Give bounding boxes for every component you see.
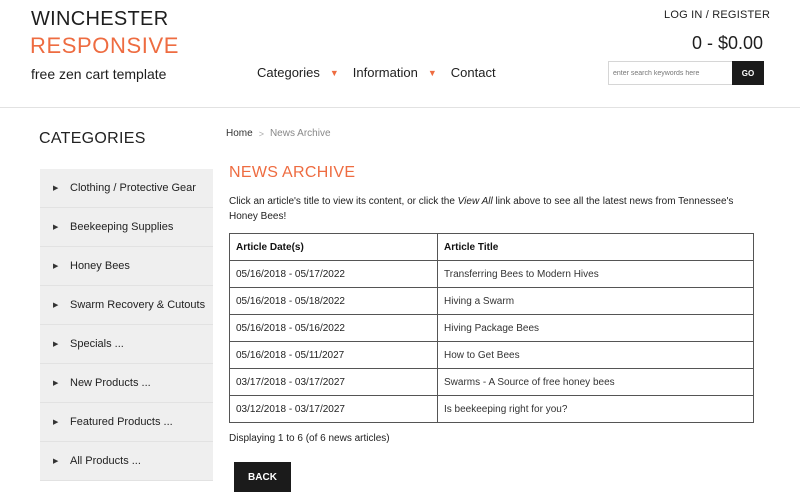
caret-right-icon: ▶ bbox=[53, 263, 59, 270]
table-row: 05/16/2018 - 05/17/2022 Transferring Bee… bbox=[229, 260, 754, 288]
sidebar-item-specials[interactable]: ▶ Specials ... bbox=[40, 325, 213, 364]
main-nav: Categories ▼ Information ▼ Contact bbox=[257, 65, 496, 80]
article-title-cell: Swarms - A Source of free honey bees bbox=[437, 368, 754, 396]
table-row: 03/12/2018 - 03/17/2027 Is beekeeping ri… bbox=[229, 395, 754, 423]
nav-information-label: Information bbox=[352, 65, 418, 80]
sidebar-item-beekeeping-supplies[interactable]: ▶ Beekeeping Supplies bbox=[40, 208, 213, 247]
cart-total[interactable]: 0 - $0.00 bbox=[692, 33, 763, 54]
sidebar-item-label: Swarm Recovery & Cutouts bbox=[70, 299, 206, 311]
table-row: 05/16/2018 - 05/11/2027 How to Get Bees bbox=[229, 341, 754, 369]
article-title-link[interactable]: Is beekeeping right for you? bbox=[444, 404, 567, 415]
login-register-link[interactable]: LOG IN / REGISTER bbox=[664, 9, 770, 21]
caret-down-icon: ▼ bbox=[427, 67, 437, 78]
article-date: 03/12/2018 - 03/17/2027 bbox=[229, 395, 438, 423]
news-archive-table: Article Date(s) Article Title 05/16/2018… bbox=[229, 233, 754, 423]
table-row: 03/17/2018 - 03/17/2027 Swarms - A Sourc… bbox=[229, 368, 754, 396]
table-row: 05/16/2018 - 05/16/2022 Hiving Package B… bbox=[229, 314, 754, 342]
nav-contact-label: Contact bbox=[450, 65, 496, 80]
article-title-link[interactable]: Swarms - A Source of free honey bees bbox=[444, 377, 615, 388]
logo-subtitle[interactable]: RESPONSIVE bbox=[30, 33, 179, 59]
sidebar-item-label: New Products ... bbox=[70, 377, 151, 389]
caret-right-icon: ▶ bbox=[53, 224, 59, 231]
breadcrumb: Home > News Archive bbox=[226, 128, 331, 139]
caret-right-icon: ▶ bbox=[53, 419, 59, 426]
sidebar-item-all-products[interactable]: ▶ All Products ... bbox=[40, 442, 213, 481]
page-title: NEWS ARCHIVE bbox=[229, 164, 356, 181]
article-date: 05/16/2018 - 05/11/2027 bbox=[229, 341, 438, 369]
sidebar-item-label: Specials ... bbox=[70, 338, 124, 350]
chevron-right-icon: > bbox=[258, 128, 264, 139]
article-date: 03/17/2018 - 03/17/2027 bbox=[229, 368, 438, 396]
nav-categories[interactable]: Categories ▼ bbox=[257, 65, 353, 80]
intro-text-before: Click an article's title to view its con… bbox=[229, 196, 458, 207]
sidebar-item-featured-products[interactable]: ▶ Featured Products ... bbox=[40, 403, 213, 442]
article-title-link[interactable]: How to Get Bees bbox=[444, 350, 520, 361]
view-all-link[interactable]: View All bbox=[458, 196, 493, 207]
table-row: 05/16/2018 - 05/18/2022 Hiving a Swarm bbox=[229, 287, 754, 315]
caret-right-icon: ▶ bbox=[53, 302, 59, 309]
table-header-row: Article Date(s) Article Title bbox=[229, 233, 754, 261]
article-title-link[interactable]: Hiving a Swarm bbox=[444, 296, 514, 307]
article-title-cell: Is beekeeping right for you? bbox=[437, 395, 754, 423]
sidebar-item-new-products[interactable]: ▶ New Products ... bbox=[40, 364, 213, 403]
intro-text: Click an article's title to view its con… bbox=[229, 194, 749, 224]
article-title-cell: How to Get Bees bbox=[437, 341, 754, 369]
caret-right-icon: ▶ bbox=[53, 380, 59, 387]
sidebar-item-label: Featured Products ... bbox=[70, 416, 173, 428]
nav-contact[interactable]: Contact bbox=[451, 65, 496, 80]
article-title-cell: Transferring Bees to Modern Hives bbox=[437, 260, 754, 288]
categories-heading: CATEGORIES bbox=[39, 130, 146, 147]
article-title-link[interactable]: Hiving Package Bees bbox=[444, 323, 539, 334]
column-header-title: Article Title bbox=[437, 233, 754, 261]
article-date: 05/16/2018 - 05/16/2022 bbox=[229, 314, 438, 342]
sidebar-item-label: Clothing / Protective Gear bbox=[70, 182, 196, 194]
sidebar-item-honey-bees[interactable]: ▶ Honey Bees bbox=[40, 247, 213, 286]
search-button[interactable]: GO bbox=[732, 61, 764, 85]
caret-right-icon: ▶ bbox=[53, 458, 59, 465]
caret-right-icon: ▶ bbox=[53, 185, 59, 192]
pagination-summary: Displaying 1 to 6 (of 6 news articles) bbox=[229, 433, 390, 444]
sidebar-item-clothing[interactable]: ▶ Clothing / Protective Gear bbox=[40, 169, 213, 208]
logo-tagline: free zen cart template bbox=[31, 66, 167, 82]
sidebar-item-swarm-recovery[interactable]: ▶ Swarm Recovery & Cutouts bbox=[40, 286, 213, 325]
back-button[interactable]: BACK bbox=[234, 462, 291, 492]
article-date: 05/16/2018 - 05/18/2022 bbox=[229, 287, 438, 315]
site-header: WINCHESTER RESPONSIVE free zen cart temp… bbox=[0, 0, 800, 108]
search-form: GO bbox=[608, 61, 764, 85]
search-input[interactable] bbox=[608, 61, 732, 85]
article-title-cell: Hiving a Swarm bbox=[437, 287, 754, 315]
sidebar-item-label: All Products ... bbox=[70, 455, 141, 467]
caret-right-icon: ▶ bbox=[53, 341, 59, 348]
article-date: 05/16/2018 - 05/17/2022 bbox=[229, 260, 438, 288]
article-title-cell: Hiving Package Bees bbox=[437, 314, 754, 342]
sidebar-item-label: Beekeeping Supplies bbox=[70, 221, 174, 233]
nav-information[interactable]: Information ▼ bbox=[353, 65, 451, 80]
breadcrumb-current: News Archive bbox=[269, 128, 331, 139]
column-header-date: Article Date(s) bbox=[229, 233, 438, 261]
caret-down-icon: ▼ bbox=[329, 67, 339, 78]
nav-categories-label: Categories bbox=[257, 65, 320, 80]
categories-sidebar: ▶ Clothing / Protective Gear ▶ Beekeepin… bbox=[40, 169, 213, 481]
breadcrumb-home-link[interactable]: Home bbox=[226, 128, 253, 139]
article-title-link[interactable]: Transferring Bees to Modern Hives bbox=[444, 269, 599, 280]
logo-title[interactable]: WINCHESTER bbox=[31, 8, 168, 31]
sidebar-item-label: Honey Bees bbox=[70, 260, 130, 272]
